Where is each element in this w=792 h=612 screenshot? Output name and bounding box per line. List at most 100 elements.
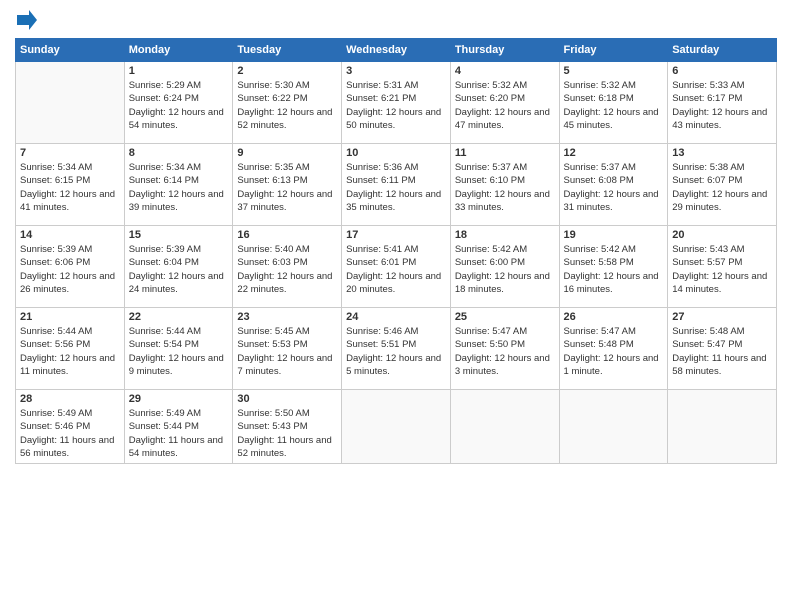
calendar-cell: 3Sunrise: 5:31 AMSunset: 6:21 PMDaylight…: [342, 62, 451, 144]
calendar-week-row: 21Sunrise: 5:44 AMSunset: 5:56 PMDayligh…: [16, 308, 777, 390]
sunset-text: Sunset: 6:24 PM: [129, 93, 199, 104]
sunrise-text: Sunrise: 5:42 AM: [455, 244, 527, 255]
sunset-text: Sunset: 6:21 PM: [346, 93, 416, 104]
calendar-cell: 19Sunrise: 5:42 AMSunset: 5:58 PMDayligh…: [559, 226, 668, 308]
calendar-header-row: SundayMondayTuesdayWednesdayThursdayFrid…: [16, 39, 777, 62]
sunrise-text: Sunrise: 5:44 AM: [20, 326, 92, 337]
daylight-text: Daylight: 12 hours and 14 minutes.: [672, 271, 767, 295]
cell-info: Sunrise: 5:42 AM Sunset: 6:00 PM Daylight:…: [455, 243, 555, 296]
cell-info: Sunrise: 5:49 AMSunset: 5:46 PMDaylight:…: [20, 407, 120, 460]
sunrise-text: Sunrise: 5:30 AM: [237, 80, 309, 91]
sunset-text: Sunset: 6:06 PM: [20, 257, 90, 268]
day-number: 24: [346, 311, 446, 323]
day-number: 8: [129, 147, 229, 159]
sunset-text: Sunset: 6:00 PM: [455, 257, 525, 268]
cell-info: Sunrise: 5:29 AMSunset: 6:24 PMDaylight:…: [129, 79, 229, 132]
cell-info: Sunrise: 5:30 AMSunset: 6:22 PMDaylight:…: [237, 79, 337, 132]
daylight-text: Daylight: 12 hours and 29 minutes.: [672, 189, 767, 213]
cell-info: Sunrise: 5:44 AMSunset: 5:56 PMDaylight:…: [20, 325, 120, 378]
cell-info: Sunrise: 5:31 AMSunset: 6:21 PMDaylight:…: [346, 79, 446, 132]
sunset-text: Sunset: 6:18 PM: [564, 93, 634, 104]
sunset-text: Sunset: 5:57 PM: [672, 257, 742, 268]
cell-info: Sunrise: 5:38 AM Sunset: 6:07 PM Daylight:…: [672, 161, 772, 214]
sunset-text: Sunset: 5:50 PM: [455, 339, 525, 350]
calendar-cell: 2Sunrise: 5:30 AMSunset: 6:22 PMDaylight…: [233, 62, 342, 144]
daylight-text: Daylight: 11 hours and 56 minutes.: [20, 435, 114, 459]
day-of-week-header: Monday: [124, 39, 233, 62]
sunrise-text: Sunrise: 5:38 AM: [672, 162, 744, 173]
sunset-text: Sunset: 5:43 PM: [237, 421, 307, 432]
sunrise-text: Sunrise: 5:41 AM: [346, 244, 418, 255]
calendar-cell: 30Sunrise: 5:50 AMSunset: 5:43 PMDayligh…: [233, 390, 342, 464]
cell-info: Sunrise: 5:37 AMSunset: 6:10 PMDaylight:…: [455, 161, 555, 214]
sunrise-text: Sunrise: 5:47 AM: [455, 326, 527, 337]
calendar-cell: 9Sunrise: 5:35 AMSunset: 6:13 PMDaylight…: [233, 144, 342, 226]
calendar-cell: [450, 390, 559, 464]
sunrise-text: Sunrise: 5:37 AM: [564, 162, 636, 173]
day-of-week-header: Saturday: [668, 39, 777, 62]
day-of-week-header: Sunday: [16, 39, 125, 62]
header: [15, 10, 777, 30]
calendar-cell: 6Sunrise: 5:33 AMSunset: 6:17 PMDaylight…: [668, 62, 777, 144]
sunrise-text: Sunrise: 5:44 AM: [129, 326, 201, 337]
calendar-cell: [342, 390, 451, 464]
daylight-text: Daylight: 11 hours and 54 minutes.: [129, 435, 223, 459]
daylight-text: Daylight: 12 hours and 20 minutes.: [346, 271, 441, 295]
day-number: 20: [672, 229, 772, 241]
daylight-text: Daylight: 12 hours and 43 minutes.: [672, 107, 767, 131]
sunset-text: Sunset: 6:13 PM: [237, 175, 307, 186]
calendar-week-row: 28Sunrise: 5:49 AMSunset: 5:46 PMDayligh…: [16, 390, 777, 464]
sunrise-text: Sunrise: 5:37 AM: [455, 162, 527, 173]
day-number: 13: [672, 147, 772, 159]
calendar-cell: 28Sunrise: 5:49 AMSunset: 5:46 PMDayligh…: [16, 390, 125, 464]
calendar-cell: 5Sunrise: 5:32 AMSunset: 6:18 PMDaylight…: [559, 62, 668, 144]
sunset-text: Sunset: 6:17 PM: [672, 93, 742, 104]
calendar-cell: 11Sunrise: 5:37 AMSunset: 6:10 PMDayligh…: [450, 144, 559, 226]
cell-info: Sunrise: 5:43 AM Sunset: 5:57 PM Daylight:…: [672, 243, 772, 296]
sunset-text: Sunset: 6:07 PM: [672, 175, 742, 186]
calendar-cell: [16, 62, 125, 144]
daylight-text: Daylight: 12 hours and 31 minutes.: [564, 189, 659, 213]
logo-arrow-icon: [17, 10, 37, 30]
cell-info: Sunrise: 5:34 AMSunset: 6:15 PMDaylight:…: [20, 161, 120, 214]
calendar-cell: 21Sunrise: 5:44 AMSunset: 5:56 PMDayligh…: [16, 308, 125, 390]
calendar-cell: [559, 390, 668, 464]
sunrise-text: Sunrise: 5:39 AM: [20, 244, 92, 255]
sunrise-text: Sunrise: 5:42 AM: [564, 244, 636, 255]
cell-info: Sunrise: 5:46 AMSunset: 5:51 PMDaylight:…: [346, 325, 446, 378]
sunrise-text: Sunrise: 5:43 AM: [672, 244, 744, 255]
sunrise-text: Sunrise: 5:46 AM: [346, 326, 418, 337]
sunset-text: Sunset: 6:20 PM: [455, 93, 525, 104]
sunrise-text: Sunrise: 5:32 AM: [455, 80, 527, 91]
cell-info: Sunrise: 5:33 AMSunset: 6:17 PMDaylight:…: [672, 79, 772, 132]
calendar-cell: 24 Sunrise: 5:46 AMSunset: 5:51 PMDayligh…: [342, 308, 451, 390]
daylight-text: Daylight: 11 hours and 58 minutes.: [672, 353, 766, 377]
daylight-text: Daylight: 12 hours and 18 minutes.: [455, 271, 550, 295]
daylight-text: Daylight: 12 hours and 37 minutes.: [237, 189, 332, 213]
sunset-text: Sunset: 5:46 PM: [20, 421, 90, 432]
calendar-cell: 20 Sunrise: 5:43 AM Sunset: 5:57 PM Dayligh…: [668, 226, 777, 308]
cell-info: Sunrise: 5:35 AMSunset: 6:13 PMDaylight:…: [237, 161, 337, 214]
sunrise-text: Sunrise: 5:39 AM: [129, 244, 201, 255]
sunrise-text: Sunrise: 5:40 AM: [237, 244, 309, 255]
calendar-cell: 12Sunrise: 5:37 AMSunset: 6:08 PMDayligh…: [559, 144, 668, 226]
day-number: 14: [20, 229, 120, 241]
day-number: 30: [237, 393, 337, 405]
sunrise-text: Sunrise: 5:47 AM: [564, 326, 636, 337]
calendar-cell: 8Sunrise: 5:34 AMSunset: 6:14 PMDaylight…: [124, 144, 233, 226]
cell-info: Sunrise: 5:39 AMSunset: 6:06 PMDaylight:…: [20, 243, 120, 296]
calendar-cell: 10Sunrise: 5:36 AMSunset: 6:11 PMDayligh…: [342, 144, 451, 226]
daylight-text: Daylight: 12 hours and 5 minutes.: [346, 353, 441, 377]
day-number: 19: [564, 229, 664, 241]
calendar-cell: 22Sunrise: 5:44 AMSunset: 5:54 PMDayligh…: [124, 308, 233, 390]
day-number: 5: [564, 65, 664, 77]
cell-info: Sunrise: 5:39 AMSunset: 6:04 PMDaylight:…: [129, 243, 229, 296]
sunset-text: Sunset: 6:03 PM: [237, 257, 307, 268]
day-number: 2: [237, 65, 337, 77]
calendar-cell: 18Sunrise: 5:42 AMSunset: 6:00 PMDayligh…: [450, 226, 559, 308]
daylight-text: Daylight: 12 hours and 16 minutes.: [564, 271, 659, 295]
sunset-text: Sunset: 6:08 PM: [564, 175, 634, 186]
sunset-text: Sunset: 5:54 PM: [129, 339, 199, 350]
sunset-text: Sunset: 6:22 PM: [237, 93, 307, 104]
cell-info: Sunrise: 5:47 AMSunset: 5:48 PMDaylight:…: [564, 325, 664, 378]
